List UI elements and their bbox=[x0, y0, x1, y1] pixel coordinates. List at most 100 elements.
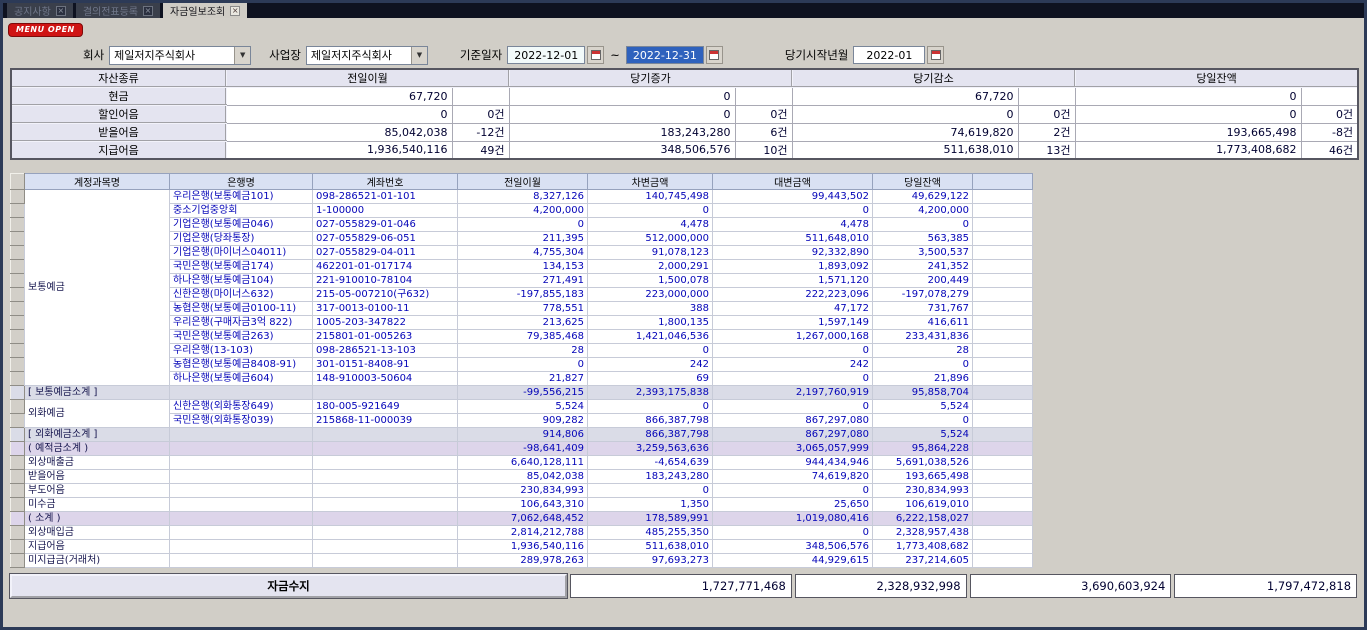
amount-cell[interactable]: 1,019,080,416 bbox=[713, 512, 873, 526]
summary-amount-cell[interactable]: 0 bbox=[1075, 87, 1301, 105]
amount-cell[interactable]: 200,449 bbox=[873, 274, 973, 288]
row-selector[interactable] bbox=[11, 540, 25, 554]
amount-cell[interactable]: 271,491 bbox=[458, 274, 588, 288]
account-name-cell[interactable]: 지급어음 bbox=[25, 540, 170, 554]
amount-cell[interactable]: 44,929,615 bbox=[713, 554, 873, 568]
summary-count-cell[interactable]: 2건 bbox=[1018, 123, 1075, 141]
amount-cell[interactable]: 0 bbox=[588, 484, 713, 498]
amount-cell[interactable]: 21,827 bbox=[458, 372, 588, 386]
summary-amount-cell[interactable]: 348,506,576 bbox=[509, 141, 735, 159]
account-name-cell[interactable]: ( 예적금소계 ) bbox=[25, 442, 170, 456]
amount-cell[interactable]: 7,062,648,452 bbox=[458, 512, 588, 526]
amount-cell[interactable]: 21,896 bbox=[873, 372, 973, 386]
amount-cell[interactable]: 3,259,563,636 bbox=[588, 442, 713, 456]
amount-cell[interactable]: 92,332,890 bbox=[713, 246, 873, 260]
account-number-cell[interactable] bbox=[313, 456, 458, 470]
amount-cell[interactable]: 193,665,498 bbox=[873, 470, 973, 484]
company-select[interactable]: 제일저지주식회사 ▼ bbox=[109, 46, 251, 65]
account-name-cell[interactable]: 미지급금(거래처) bbox=[25, 554, 170, 568]
bank-name-cell[interactable] bbox=[170, 512, 313, 526]
row-selector[interactable] bbox=[11, 316, 25, 330]
account-group-cell[interactable]: 보통예금 bbox=[25, 190, 170, 386]
amount-cell[interactable]: 4,478 bbox=[713, 218, 873, 232]
summary-amount-cell[interactable]: 67,720 bbox=[226, 87, 452, 105]
amount-cell[interactable]: 6,640,128,111 bbox=[458, 456, 588, 470]
account-group-cell[interactable]: 외화예금 bbox=[25, 400, 170, 428]
bank-name-cell[interactable]: 하나은행(보통예금104) bbox=[170, 274, 313, 288]
summary-amount-cell[interactable]: 0 bbox=[509, 105, 735, 123]
bank-name-cell[interactable]: 기업은행(당좌통장) bbox=[170, 232, 313, 246]
account-number-cell[interactable]: 1005-203-347822 bbox=[313, 316, 458, 330]
amount-cell[interactable]: 5,524 bbox=[873, 400, 973, 414]
amount-cell[interactable]: 4,478 bbox=[588, 218, 713, 232]
amount-cell[interactable]: 233,431,836 bbox=[873, 330, 973, 344]
amount-cell[interactable]: 222,223,096 bbox=[713, 288, 873, 302]
amount-cell[interactable]: 0 bbox=[458, 218, 588, 232]
amount-cell[interactable]: 241,352 bbox=[873, 260, 973, 274]
amount-cell[interactable]: 28 bbox=[873, 344, 973, 358]
amount-cell[interactable]: 2,197,760,919 bbox=[713, 386, 873, 400]
amount-cell[interactable]: 0 bbox=[588, 204, 713, 218]
account-number-cell[interactable]: 148-910003-50604 bbox=[313, 372, 458, 386]
account-name-cell[interactable]: [ 보통예금소계 ] bbox=[25, 386, 170, 400]
amount-cell[interactable]: 2,328,957,438 bbox=[873, 526, 973, 540]
row-selector[interactable] bbox=[11, 344, 25, 358]
bank-name-cell[interactable] bbox=[170, 554, 313, 568]
summary-count-cell[interactable]: -8건 bbox=[1301, 123, 1358, 141]
amount-cell[interactable]: 348,506,576 bbox=[713, 540, 873, 554]
amount-cell[interactable]: 211,395 bbox=[458, 232, 588, 246]
amount-cell[interactable]: 511,638,010 bbox=[588, 540, 713, 554]
date-to-input[interactable]: 2022-12-31 bbox=[626, 46, 704, 64]
amount-cell[interactable]: -98,641,409 bbox=[458, 442, 588, 456]
account-number-cell[interactable] bbox=[313, 442, 458, 456]
amount-cell[interactable]: 140,745,498 bbox=[588, 190, 713, 204]
bank-name-cell[interactable]: 기업은행(보통예금046) bbox=[170, 218, 313, 232]
row-selector[interactable] bbox=[11, 246, 25, 260]
row-selector[interactable] bbox=[11, 400, 25, 414]
amount-cell[interactable]: 0 bbox=[588, 344, 713, 358]
bank-name-cell[interactable]: 국민은행(보통예금174) bbox=[170, 260, 313, 274]
account-number-cell[interactable]: 027-055829-04-011 bbox=[313, 246, 458, 260]
amount-cell[interactable]: 47,172 bbox=[713, 302, 873, 316]
amount-cell[interactable]: 0 bbox=[713, 526, 873, 540]
amount-cell[interactable]: 79,385,468 bbox=[458, 330, 588, 344]
amount-cell[interactable]: 242 bbox=[588, 358, 713, 372]
account-number-cell[interactable]: 1-100000 bbox=[313, 204, 458, 218]
row-selector[interactable] bbox=[11, 470, 25, 484]
amount-cell[interactable]: 1,267,000,168 bbox=[713, 330, 873, 344]
date-from-input[interactable]: 2022-12-01 bbox=[507, 46, 585, 64]
bank-name-cell[interactable]: 신한은행(외화통장649) bbox=[170, 400, 313, 414]
amount-cell[interactable]: 74,619,820 bbox=[713, 470, 873, 484]
row-selector[interactable] bbox=[11, 330, 25, 344]
amount-cell[interactable]: 1,773,408,682 bbox=[873, 540, 973, 554]
amount-cell[interactable]: 178,589,991 bbox=[588, 512, 713, 526]
amount-cell[interactable]: 4,755,304 bbox=[458, 246, 588, 260]
summary-amount-cell[interactable]: 0 bbox=[226, 105, 452, 123]
amount-cell[interactable]: 5,524 bbox=[458, 400, 588, 414]
bank-name-cell[interactable]: 국민은행(보통예금263) bbox=[170, 330, 313, 344]
bank-name-cell[interactable]: 국민은행(외화통장039) bbox=[170, 414, 313, 428]
amount-cell[interactable]: 867,297,080 bbox=[713, 428, 873, 442]
amount-cell[interactable]: 388 bbox=[588, 302, 713, 316]
summary-amount-cell[interactable]: 1,936,540,116 bbox=[226, 141, 452, 159]
amount-cell[interactable]: 237,214,605 bbox=[873, 554, 973, 568]
summary-count-cell[interactable]: 0건 bbox=[735, 105, 792, 123]
amount-cell[interactable]: 866,387,798 bbox=[588, 414, 713, 428]
account-number-cell[interactable]: 098-286521-01-101 bbox=[313, 190, 458, 204]
account-number-cell[interactable] bbox=[313, 484, 458, 498]
summary-amount-cell[interactable]: 85,042,038 bbox=[226, 123, 452, 141]
summary-count-cell[interactable]: 0건 bbox=[1301, 105, 1358, 123]
amount-cell[interactable]: 914,806 bbox=[458, 428, 588, 442]
account-number-cell[interactable]: 301-0151-8408-91 bbox=[313, 358, 458, 372]
summary-count-cell[interactable]: -12건 bbox=[452, 123, 509, 141]
account-number-cell[interactable] bbox=[313, 470, 458, 484]
amount-cell[interactable]: 867,297,080 bbox=[713, 414, 873, 428]
amount-cell[interactable]: 230,834,993 bbox=[458, 484, 588, 498]
row-selector[interactable] bbox=[11, 204, 25, 218]
summary-amount-cell[interactable]: 0 bbox=[509, 87, 735, 105]
amount-cell[interactable]: 223,000,000 bbox=[588, 288, 713, 302]
amount-cell[interactable]: 731,767 bbox=[873, 302, 973, 316]
account-name-cell[interactable]: 받을어음 bbox=[25, 470, 170, 484]
amount-cell[interactable]: 242 bbox=[713, 358, 873, 372]
bank-name-cell[interactable]: 농협은행(보통예금0100-11) bbox=[170, 302, 313, 316]
